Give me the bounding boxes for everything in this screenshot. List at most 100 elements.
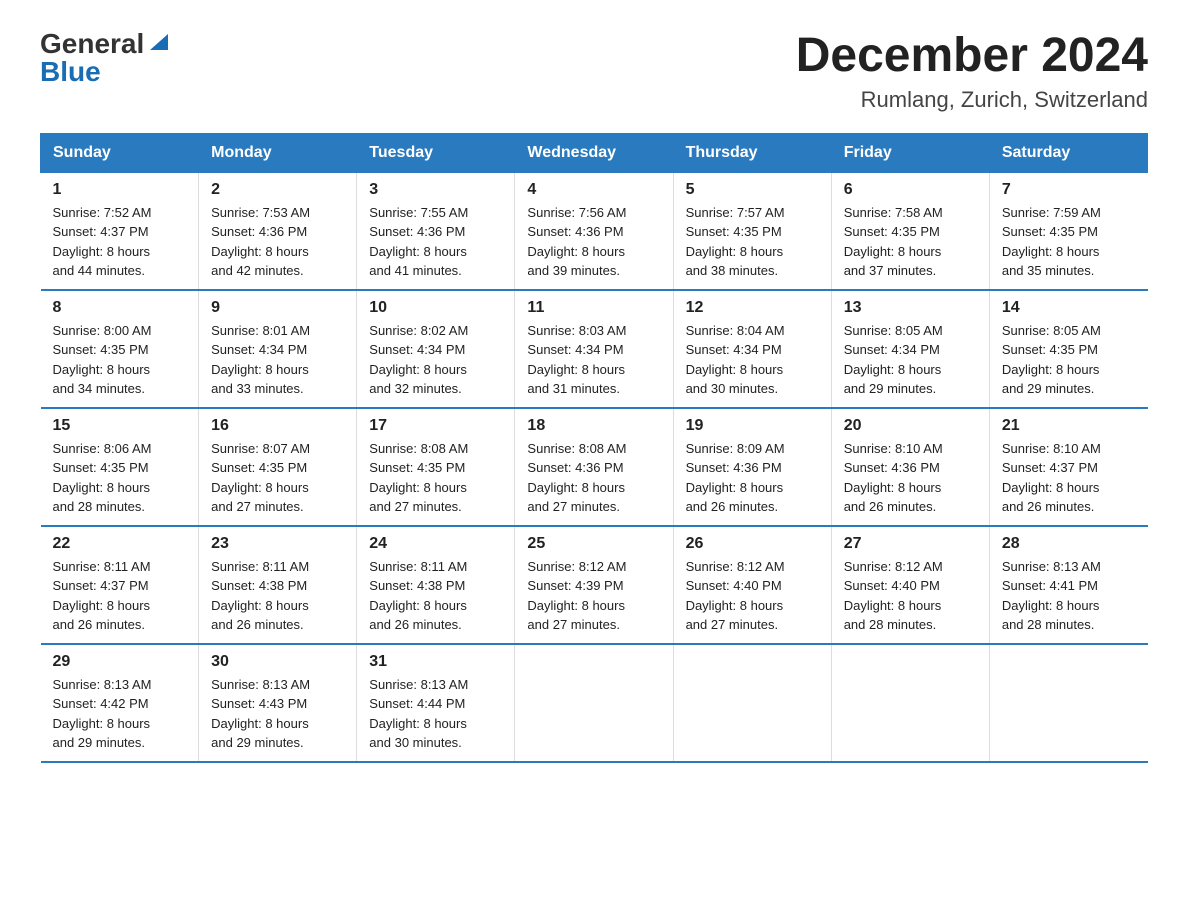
day-number: 19 (686, 417, 819, 435)
day-info: Sunrise: 8:05 AM Sunset: 4:34 PM Dayligh… (844, 321, 977, 399)
calendar-cell: 29 Sunrise: 8:13 AM Sunset: 4:42 PM Dayl… (41, 644, 199, 762)
day-number: 16 (211, 417, 344, 435)
header-thursday: Thursday (673, 133, 831, 172)
calendar-cell: 12 Sunrise: 8:04 AM Sunset: 4:34 PM Dayl… (673, 290, 831, 408)
calendar-cell: 6 Sunrise: 7:58 AM Sunset: 4:35 PM Dayli… (831, 172, 989, 290)
day-number: 17 (369, 417, 502, 435)
day-info: Sunrise: 8:00 AM Sunset: 4:35 PM Dayligh… (53, 321, 187, 399)
day-info: Sunrise: 8:10 AM Sunset: 4:36 PM Dayligh… (844, 439, 977, 517)
day-number: 24 (369, 535, 502, 553)
calendar-cell: 1 Sunrise: 7:52 AM Sunset: 4:37 PM Dayli… (41, 172, 199, 290)
calendar-cell: 3 Sunrise: 7:55 AM Sunset: 4:36 PM Dayli… (357, 172, 515, 290)
calendar-cell (989, 644, 1147, 762)
header-wednesday: Wednesday (515, 133, 673, 172)
day-number: 8 (53, 299, 187, 317)
calendar-row-2: 8 Sunrise: 8:00 AM Sunset: 4:35 PM Dayli… (41, 290, 1148, 408)
day-info: Sunrise: 8:04 AM Sunset: 4:34 PM Dayligh… (686, 321, 819, 399)
day-number: 20 (844, 417, 977, 435)
day-info: Sunrise: 8:03 AM Sunset: 4:34 PM Dayligh… (527, 321, 660, 399)
day-number: 21 (1002, 417, 1136, 435)
day-number: 26 (686, 535, 819, 553)
calendar-title: December 2024 (796, 30, 1148, 83)
calendar-cell: 20 Sunrise: 8:10 AM Sunset: 4:36 PM Dayl… (831, 408, 989, 526)
header-sunday: Sunday (41, 133, 199, 172)
calendar-cell: 27 Sunrise: 8:12 AM Sunset: 4:40 PM Dayl… (831, 526, 989, 644)
logo-blue: Blue (40, 58, 101, 86)
day-info: Sunrise: 7:55 AM Sunset: 4:36 PM Dayligh… (369, 203, 502, 281)
header-row: Sunday Monday Tuesday Wednesday Thursday… (41, 133, 1148, 172)
calendar-cell: 2 Sunrise: 7:53 AM Sunset: 4:36 PM Dayli… (199, 172, 357, 290)
logo-triangle-icon (148, 32, 170, 52)
day-info: Sunrise: 7:57 AM Sunset: 4:35 PM Dayligh… (686, 203, 819, 281)
calendar-cell: 14 Sunrise: 8:05 AM Sunset: 4:35 PM Dayl… (989, 290, 1147, 408)
calendar-cell: 25 Sunrise: 8:12 AM Sunset: 4:39 PM Dayl… (515, 526, 673, 644)
calendar-cell: 26 Sunrise: 8:12 AM Sunset: 4:40 PM Dayl… (673, 526, 831, 644)
calendar-cell (831, 644, 989, 762)
header-tuesday: Tuesday (357, 133, 515, 172)
day-info: Sunrise: 8:08 AM Sunset: 4:35 PM Dayligh… (369, 439, 502, 517)
logo: General Blue (40, 30, 170, 86)
day-number: 10 (369, 299, 502, 317)
calendar-cell: 18 Sunrise: 8:08 AM Sunset: 4:36 PM Dayl… (515, 408, 673, 526)
day-info: Sunrise: 7:53 AM Sunset: 4:36 PM Dayligh… (211, 203, 344, 281)
day-number: 14 (1002, 299, 1136, 317)
day-number: 5 (686, 181, 819, 199)
day-number: 28 (1002, 535, 1136, 553)
title-block: December 2024 Rumlang, Zurich, Switzerla… (796, 30, 1148, 113)
day-number: 13 (844, 299, 977, 317)
calendar-cell: 13 Sunrise: 8:05 AM Sunset: 4:34 PM Dayl… (831, 290, 989, 408)
day-info: Sunrise: 8:10 AM Sunset: 4:37 PM Dayligh… (1002, 439, 1136, 517)
day-number: 7 (1002, 181, 1136, 199)
day-info: Sunrise: 8:13 AM Sunset: 4:41 PM Dayligh… (1002, 557, 1136, 635)
day-number: 27 (844, 535, 977, 553)
logo-general: General (40, 30, 144, 58)
calendar-cell (515, 644, 673, 762)
calendar-row-5: 29 Sunrise: 8:13 AM Sunset: 4:42 PM Dayl… (41, 644, 1148, 762)
day-number: 3 (369, 181, 502, 199)
calendar-cell: 19 Sunrise: 8:09 AM Sunset: 4:36 PM Dayl… (673, 408, 831, 526)
calendar-cell: 22 Sunrise: 8:11 AM Sunset: 4:37 PM Dayl… (41, 526, 199, 644)
day-number: 9 (211, 299, 344, 317)
calendar-cell: 17 Sunrise: 8:08 AM Sunset: 4:35 PM Dayl… (357, 408, 515, 526)
day-number: 18 (527, 417, 660, 435)
day-info: Sunrise: 8:13 AM Sunset: 4:43 PM Dayligh… (211, 675, 344, 753)
day-info: Sunrise: 8:07 AM Sunset: 4:35 PM Dayligh… (211, 439, 344, 517)
calendar-cell: 15 Sunrise: 8:06 AM Sunset: 4:35 PM Dayl… (41, 408, 199, 526)
calendar-header: Sunday Monday Tuesday Wednesday Thursday… (41, 133, 1148, 172)
day-info: Sunrise: 8:05 AM Sunset: 4:35 PM Dayligh… (1002, 321, 1136, 399)
day-info: Sunrise: 8:12 AM Sunset: 4:40 PM Dayligh… (686, 557, 819, 635)
day-number: 22 (53, 535, 187, 553)
calendar-cell: 16 Sunrise: 8:07 AM Sunset: 4:35 PM Dayl… (199, 408, 357, 526)
day-info: Sunrise: 8:12 AM Sunset: 4:39 PM Dayligh… (527, 557, 660, 635)
day-number: 31 (369, 653, 502, 671)
calendar-cell: 5 Sunrise: 7:57 AM Sunset: 4:35 PM Dayli… (673, 172, 831, 290)
calendar-table: Sunday Monday Tuesday Wednesday Thursday… (40, 133, 1148, 763)
day-number: 15 (53, 417, 187, 435)
day-info: Sunrise: 7:52 AM Sunset: 4:37 PM Dayligh… (53, 203, 187, 281)
calendar-subtitle: Rumlang, Zurich, Switzerland (796, 87, 1148, 113)
day-info: Sunrise: 8:11 AM Sunset: 4:38 PM Dayligh… (211, 557, 344, 635)
day-number: 2 (211, 181, 344, 199)
day-info: Sunrise: 8:12 AM Sunset: 4:40 PM Dayligh… (844, 557, 977, 635)
day-number: 23 (211, 535, 344, 553)
calendar-cell: 11 Sunrise: 8:03 AM Sunset: 4:34 PM Dayl… (515, 290, 673, 408)
calendar-cell: 7 Sunrise: 7:59 AM Sunset: 4:35 PM Dayli… (989, 172, 1147, 290)
calendar-cell: 31 Sunrise: 8:13 AM Sunset: 4:44 PM Dayl… (357, 644, 515, 762)
day-number: 25 (527, 535, 660, 553)
day-info: Sunrise: 8:06 AM Sunset: 4:35 PM Dayligh… (53, 439, 187, 517)
calendar-cell: 4 Sunrise: 7:56 AM Sunset: 4:36 PM Dayli… (515, 172, 673, 290)
day-number: 30 (211, 653, 344, 671)
calendar-row-3: 15 Sunrise: 8:06 AM Sunset: 4:35 PM Dayl… (41, 408, 1148, 526)
day-info: Sunrise: 7:59 AM Sunset: 4:35 PM Dayligh… (1002, 203, 1136, 281)
header-monday: Monday (199, 133, 357, 172)
day-info: Sunrise: 8:13 AM Sunset: 4:42 PM Dayligh… (53, 675, 187, 753)
calendar-cell: 28 Sunrise: 8:13 AM Sunset: 4:41 PM Dayl… (989, 526, 1147, 644)
calendar-cell: 10 Sunrise: 8:02 AM Sunset: 4:34 PM Dayl… (357, 290, 515, 408)
day-info: Sunrise: 8:02 AM Sunset: 4:34 PM Dayligh… (369, 321, 502, 399)
day-info: Sunrise: 8:09 AM Sunset: 4:36 PM Dayligh… (686, 439, 819, 517)
header-friday: Friday (831, 133, 989, 172)
day-info: Sunrise: 8:08 AM Sunset: 4:36 PM Dayligh… (527, 439, 660, 517)
header-saturday: Saturday (989, 133, 1147, 172)
day-info: Sunrise: 8:13 AM Sunset: 4:44 PM Dayligh… (369, 675, 502, 753)
calendar-cell (673, 644, 831, 762)
